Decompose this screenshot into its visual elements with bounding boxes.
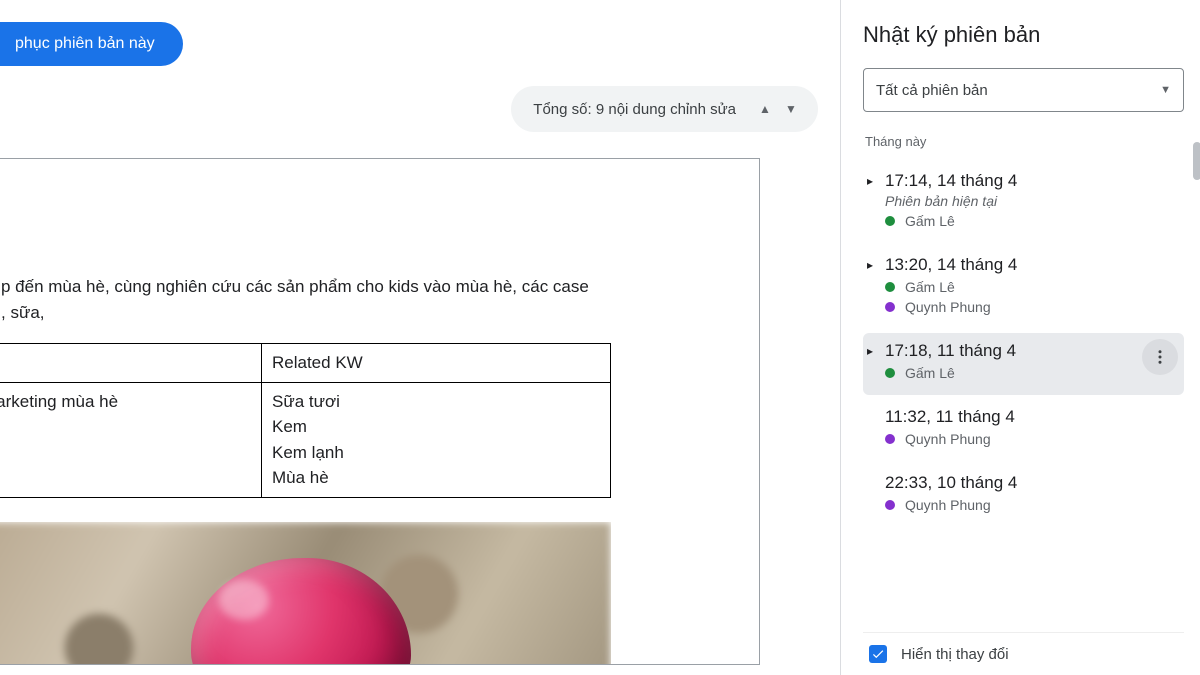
version-editor: Gấm Lê <box>885 365 1180 381</box>
version-item[interactable]: ▸17:14, 14 tháng 4 Phiên bản hiện tại Gấm … <box>863 163 1184 243</box>
version-item[interactable]: 11:32, 11 tháng 4 Quynh Phung <box>863 399 1184 461</box>
th-related: Related KW <box>262 344 611 383</box>
prev-edit-button[interactable]: ▲ <box>752 102 778 116</box>
document-image[interactable] <box>0 522 611 666</box>
version-timestamp: 22:33, 10 tháng 4 <box>885 473 1017 493</box>
total-edits-pill: Tổng số: 9 nội dung chỉnh sửa ▲ ▼ <box>511 86 818 132</box>
editor-color-dot <box>885 282 895 292</box>
version-more-button[interactable] <box>1142 339 1178 375</box>
expand-caret-icon[interactable]: ▸ <box>867 174 885 188</box>
dropdown-label: Tất cả phiên bản <box>876 82 988 99</box>
document-content: p đến mùa hè, cùng nghiên cứu các sản ph… <box>0 159 759 665</box>
table-row: Related KW <box>0 344 611 383</box>
totals-count: 9 <box>596 101 604 118</box>
editor-color-dot <box>885 368 895 378</box>
td-left: marketing mùa hè <box>0 382 262 497</box>
expand-caret-icon[interactable]: ▸ <box>867 344 885 358</box>
totals-prefix: Tổng số: <box>533 101 591 118</box>
doc-line-1: p đến mùa hè, cùng nghiên cứu các sản ph… <box>1 277 589 296</box>
td-right: Sữa tươiKemKem lạnhMùa hè <box>262 382 611 497</box>
editor-color-dot <box>885 500 895 510</box>
version-item[interactable]: 22:33, 10 tháng 4 Quynh Phung <box>863 465 1184 527</box>
version-editor: Gấm Lê <box>885 213 1180 229</box>
editor-name: Gấm Lê <box>905 279 955 295</box>
editor-name: Quynh Phung <box>905 497 991 513</box>
panel-title: Nhật ký phiên bản <box>863 22 1184 48</box>
version-timestamp: 13:20, 14 tháng 4 <box>885 255 1017 275</box>
show-changes-label: Hiển thị thay đổi <box>901 646 1009 663</box>
version-editor: Quynh Phung <box>885 431 1180 447</box>
show-changes-row[interactable]: Hiển thị thay đổi <box>863 632 1184 667</box>
editor-color-dot <box>885 434 895 444</box>
show-changes-checkbox[interactable] <box>869 645 887 663</box>
editor-color-dot <box>885 302 895 312</box>
editor-name: Gấm Lê <box>905 365 955 381</box>
keywords-table: Related KW marketing mùa hè Sữa tươiKemK… <box>0 343 611 498</box>
version-history-panel: Nhật ký phiên bản Tất cả phiên bản ▼ Thá… <box>840 0 1200 675</box>
version-filter-dropdown[interactable]: Tất cả phiên bản ▼ <box>863 68 1184 112</box>
table-row: marketing mùa hè Sữa tươiKemKem lạnhMùa … <box>0 382 611 497</box>
versions-list: ▸17:14, 14 tháng 4Phiên bản hiện tạiGấm … <box>863 163 1184 632</box>
next-edit-button[interactable]: ▼ <box>778 102 804 116</box>
version-editor: Quynh Phung <box>885 497 1180 513</box>
dropdown-caret-icon: ▼ <box>1160 84 1171 96</box>
version-timestamp: 17:18, 11 tháng 4 <box>885 341 1016 361</box>
scrollbar-thumb[interactable] <box>1193 142 1200 180</box>
more-vert-icon <box>1151 348 1169 366</box>
document-page[interactable]: p đến mùa hè, cùng nghiên cứu các sản ph… <box>0 158 760 665</box>
expand-caret-icon[interactable]: ▸ <box>867 258 885 272</box>
editor-name: Quynh Phung <box>905 431 991 447</box>
check-icon <box>871 647 885 661</box>
editor-name: Gấm Lê <box>905 213 955 229</box>
version-item[interactable]: ▸17:18, 11 tháng 4 Gấm Lê <box>863 333 1184 395</box>
editor-name: Quynh Phung <box>905 299 991 315</box>
totals-suffix: nội dung chỉnh sửa <box>608 101 736 118</box>
document-pane: phục phiên bản này Tổng số: 9 nội dung c… <box>0 0 840 675</box>
version-timestamp: 17:14, 14 tháng 4 <box>885 171 1017 191</box>
version-timestamp: 11:32, 11 tháng 4 <box>885 407 1015 427</box>
doc-line-2: , sữa, <box>1 303 45 322</box>
version-editor: Gấm Lê <box>885 279 1180 295</box>
version-editor: Quynh Phung <box>885 299 1180 315</box>
editor-color-dot <box>885 216 895 226</box>
restore-version-button[interactable]: phục phiên bản này <box>0 22 183 66</box>
version-item[interactable]: ▸13:20, 14 tháng 4 Gấm Lê Quynh Phung <box>863 247 1184 329</box>
period-label: Tháng này <box>865 134 1184 149</box>
version-subtitle: Phiên bản hiện tại <box>885 193 1180 209</box>
